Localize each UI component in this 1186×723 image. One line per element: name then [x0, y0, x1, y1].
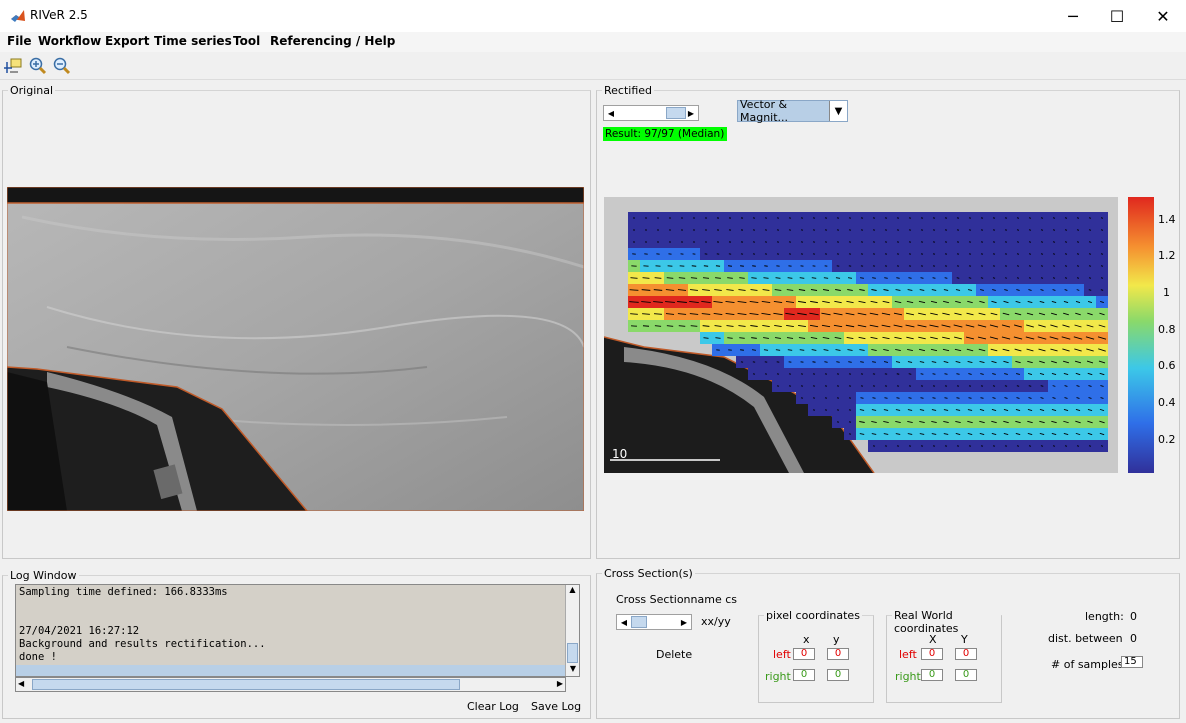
- col-x-label: X: [929, 633, 937, 646]
- chevron-down-icon[interactable]: ▼: [829, 101, 847, 121]
- pixel-left-y-field[interactable]: 0: [827, 648, 849, 660]
- scroll-left-icon[interactable]: ◀: [18, 679, 24, 688]
- colorbar-tick: 1.2: [1158, 249, 1176, 262]
- samples-field[interactable]: 15: [1121, 656, 1143, 668]
- menu-bar: File Workflow Export Time series Tool Re…: [0, 32, 1186, 52]
- clear-log-button[interactable]: Clear Log: [467, 700, 519, 713]
- menu-workflow[interactable]: Workflow: [38, 34, 101, 48]
- log-line: Sampling time defined: 166.8333ms: [19, 586, 228, 598]
- world-left-y-field[interactable]: 0: [955, 648, 977, 660]
- scroll-up-icon[interactable]: ▲: [566, 585, 579, 599]
- original-panel-title: Original: [8, 84, 56, 97]
- colorbar-tick: 0.2: [1158, 433, 1176, 446]
- scroll-thumb[interactable]: [32, 679, 460, 690]
- world-right-x-field[interactable]: 0: [921, 669, 943, 681]
- window-title: RIVeR 2.5: [30, 8, 88, 22]
- colorbar-tick: 0.6: [1158, 359, 1176, 372]
- maximize-button[interactable]: ☐: [1094, 0, 1140, 32]
- slider-right-arrow-icon[interactable]: ▶: [684, 106, 698, 120]
- right-label: right: [895, 670, 921, 683]
- col-x-label: x: [803, 633, 810, 646]
- scroll-thumb[interactable]: [567, 643, 578, 663]
- slider-left-arrow-icon[interactable]: ◀: [617, 615, 631, 629]
- log-line: 27/04/2021 16:27:12: [19, 625, 140, 637]
- zoom-in-icon[interactable]: [28, 56, 48, 76]
- matlab-app-icon: [10, 8, 26, 24]
- toolbar: [0, 52, 1186, 80]
- dist-between-label: dist. between: [1048, 632, 1123, 645]
- cross-section-slider[interactable]: ◀ ▶: [616, 614, 692, 630]
- slider-thumb[interactable]: [631, 616, 647, 628]
- log-selection-highlight: [16, 665, 565, 676]
- menu-time-series[interactable]: Time series: [154, 34, 232, 48]
- samples-label: # of samples:: [1051, 658, 1128, 671]
- world-left-x-field[interactable]: 0: [921, 648, 943, 660]
- colorbar-tick: 1: [1163, 286, 1170, 299]
- log-text-area[interactable]: Sampling time defined: 166.8333ms 27/04/…: [15, 584, 580, 677]
- log-vertical-scrollbar[interactable]: ▲ ▼: [565, 585, 579, 676]
- cross-section-panel: Cross Section(s) Cross Sectionname cs ◀ …: [596, 567, 1180, 719]
- cross-section-index: xx/yy: [701, 615, 731, 628]
- col-y-label: Y: [961, 633, 968, 646]
- slider-right-arrow-icon[interactable]: ▶: [677, 615, 691, 629]
- log-line: Background and results rectification...: [19, 638, 266, 650]
- result-status: Result: 97/97 (Median): [603, 127, 727, 141]
- log-line: done !: [19, 651, 57, 663]
- pixel-left-x-field[interactable]: 0: [793, 648, 815, 660]
- original-panel: Original: [2, 84, 591, 559]
- scroll-down-icon[interactable]: ▼: [566, 664, 579, 676]
- real-world-coordinates-title: Real World coordinates: [892, 609, 1001, 635]
- length-value: 0: [1130, 610, 1137, 623]
- log-window-panel: Log Window Sampling time defined: 166.83…: [2, 569, 591, 719]
- slider-left-arrow-icon[interactable]: ◀: [604, 106, 618, 120]
- frame-slider[interactable]: ◀ ▶: [603, 105, 699, 121]
- right-label: right: [765, 670, 791, 683]
- menu-referencing-help[interactable]: Referencing / Help: [270, 34, 395, 48]
- view-mode-select[interactable]: Vector & Magnit... ▼: [737, 98, 848, 124]
- rectified-velocity-image[interactable]: 10: [603, 197, 1118, 474]
- log-window-title: Log Window: [8, 569, 79, 582]
- pixel-coordinates-title: pixel coordinates: [764, 609, 862, 622]
- colorbar-tick: 0.4: [1158, 396, 1176, 409]
- zoom-out-icon[interactable]: [52, 56, 72, 76]
- pixel-right-x-field[interactable]: 0: [793, 669, 815, 681]
- delete-button[interactable]: Delete: [656, 648, 692, 661]
- scroll-right-icon[interactable]: ▶: [557, 679, 563, 688]
- title-bar: RIVeR 2.5 ─ ☐ ✕: [0, 0, 1186, 32]
- view-mode-select-value: Vector & Magnit...: [740, 98, 789, 124]
- menu-export[interactable]: Export: [105, 34, 149, 48]
- dist-between-value: 0: [1130, 632, 1137, 645]
- menu-file[interactable]: File: [7, 34, 32, 48]
- menu-tool[interactable]: Tool: [233, 34, 260, 48]
- minimize-button[interactable]: ─: [1050, 0, 1096, 32]
- colorbar-tick: 0.8: [1158, 323, 1176, 336]
- scale-bar-label: 10: [612, 447, 627, 461]
- colorbar-tick: 1.4: [1158, 213, 1176, 226]
- cross-section-name-label: Cross Sectionname cs: [616, 593, 737, 606]
- col-y-label: y: [833, 633, 840, 646]
- left-label: left: [773, 648, 791, 661]
- world-right-y-field[interactable]: 0: [955, 669, 977, 681]
- cross-section-title: Cross Section(s): [602, 567, 695, 580]
- pointer-tool-icon[interactable]: [4, 56, 24, 76]
- left-label: left: [899, 648, 917, 661]
- colorbar: [1128, 197, 1154, 473]
- close-button[interactable]: ✕: [1140, 0, 1186, 32]
- rectified-panel-title: Rectified: [602, 84, 655, 97]
- rectified-panel: Rectified ◀ ▶ Vector & Magnit... ▼ Resul…: [596, 84, 1180, 559]
- original-image[interactable]: [6, 186, 585, 512]
- pixel-right-y-field[interactable]: 0: [827, 669, 849, 681]
- real-world-coordinates-group: Real World coordinates X Y left 0 0 righ…: [886, 609, 1002, 703]
- pixel-coordinates-group: pixel coordinates x y left 0 0 right 0 0: [758, 609, 874, 703]
- log-horizontal-scrollbar[interactable]: ◀ ▶: [15, 677, 566, 692]
- save-log-button[interactable]: Save Log: [531, 700, 581, 713]
- length-label: length:: [1085, 610, 1124, 623]
- slider-thumb[interactable]: [666, 107, 686, 119]
